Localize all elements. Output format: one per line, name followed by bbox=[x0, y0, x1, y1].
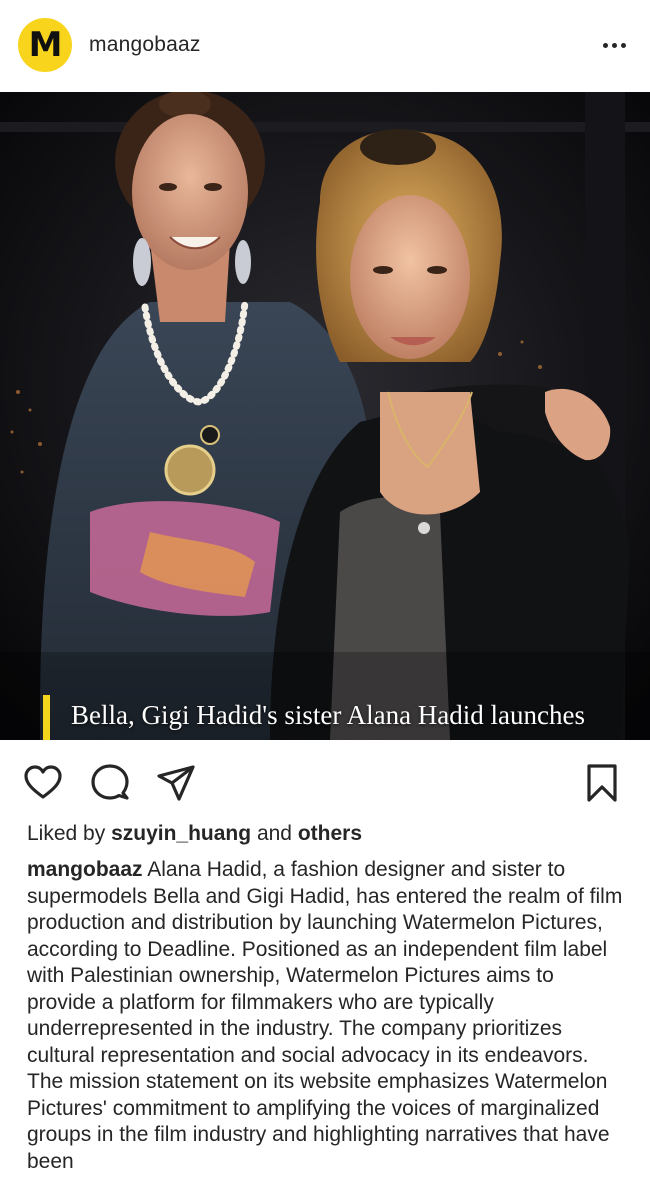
likes-summary: Liked by szuyin_huang and others bbox=[27, 822, 627, 846]
right-person-hair-roots bbox=[360, 129, 436, 165]
caption-username-link[interactable]: mangobaaz bbox=[27, 858, 143, 881]
more-dot bbox=[611, 42, 617, 48]
title-accent-bar bbox=[43, 695, 50, 740]
post-actions bbox=[0, 752, 650, 812]
post-image[interactable]: Bella, Gigi Hadid's sister Alana Hadid l… bbox=[0, 92, 650, 740]
right-person-eye bbox=[373, 266, 393, 274]
bookmark-icon[interactable] bbox=[581, 762, 623, 804]
profile-avatar[interactable]: M bbox=[18, 18, 72, 72]
post-header: M mangobaaz bbox=[0, 0, 650, 92]
send-icon[interactable] bbox=[155, 762, 197, 804]
post-caption: mangobaaz Alana Hadid, a fashion designe… bbox=[27, 857, 627, 1175]
liked-by-user-link[interactable]: szuyin_huang bbox=[111, 822, 251, 845]
comment-icon[interactable] bbox=[89, 762, 131, 804]
right-person-eye bbox=[427, 266, 447, 274]
pendant bbox=[164, 444, 216, 496]
pendant-small bbox=[200, 425, 220, 445]
likes-prefix: Liked by bbox=[27, 822, 106, 845]
heart-icon[interactable] bbox=[22, 762, 64, 804]
likes-others-link[interactable]: others bbox=[298, 822, 362, 845]
earring bbox=[133, 238, 151, 286]
window-frame bbox=[0, 122, 650, 132]
left-person-eye bbox=[159, 183, 177, 191]
right-person-face bbox=[350, 195, 470, 359]
more-dot bbox=[602, 42, 608, 48]
caption-text: Alana Hadid, a fashion designer and sist… bbox=[27, 858, 623, 1173]
post-photo-illustration bbox=[0, 92, 650, 740]
post-username[interactable]: mangobaaz bbox=[89, 33, 201, 57]
more-options-icon[interactable] bbox=[594, 32, 634, 58]
jacket-button bbox=[418, 522, 430, 534]
avatar-logo-letter: M bbox=[28, 25, 63, 65]
more-dot bbox=[620, 42, 626, 48]
likes-conjunction: and bbox=[256, 822, 292, 845]
left-person-eye bbox=[204, 183, 222, 191]
earring bbox=[235, 240, 251, 284]
post-overlay-title: Bella, Gigi Hadid's sister Alana Hadid l… bbox=[71, 700, 586, 740]
